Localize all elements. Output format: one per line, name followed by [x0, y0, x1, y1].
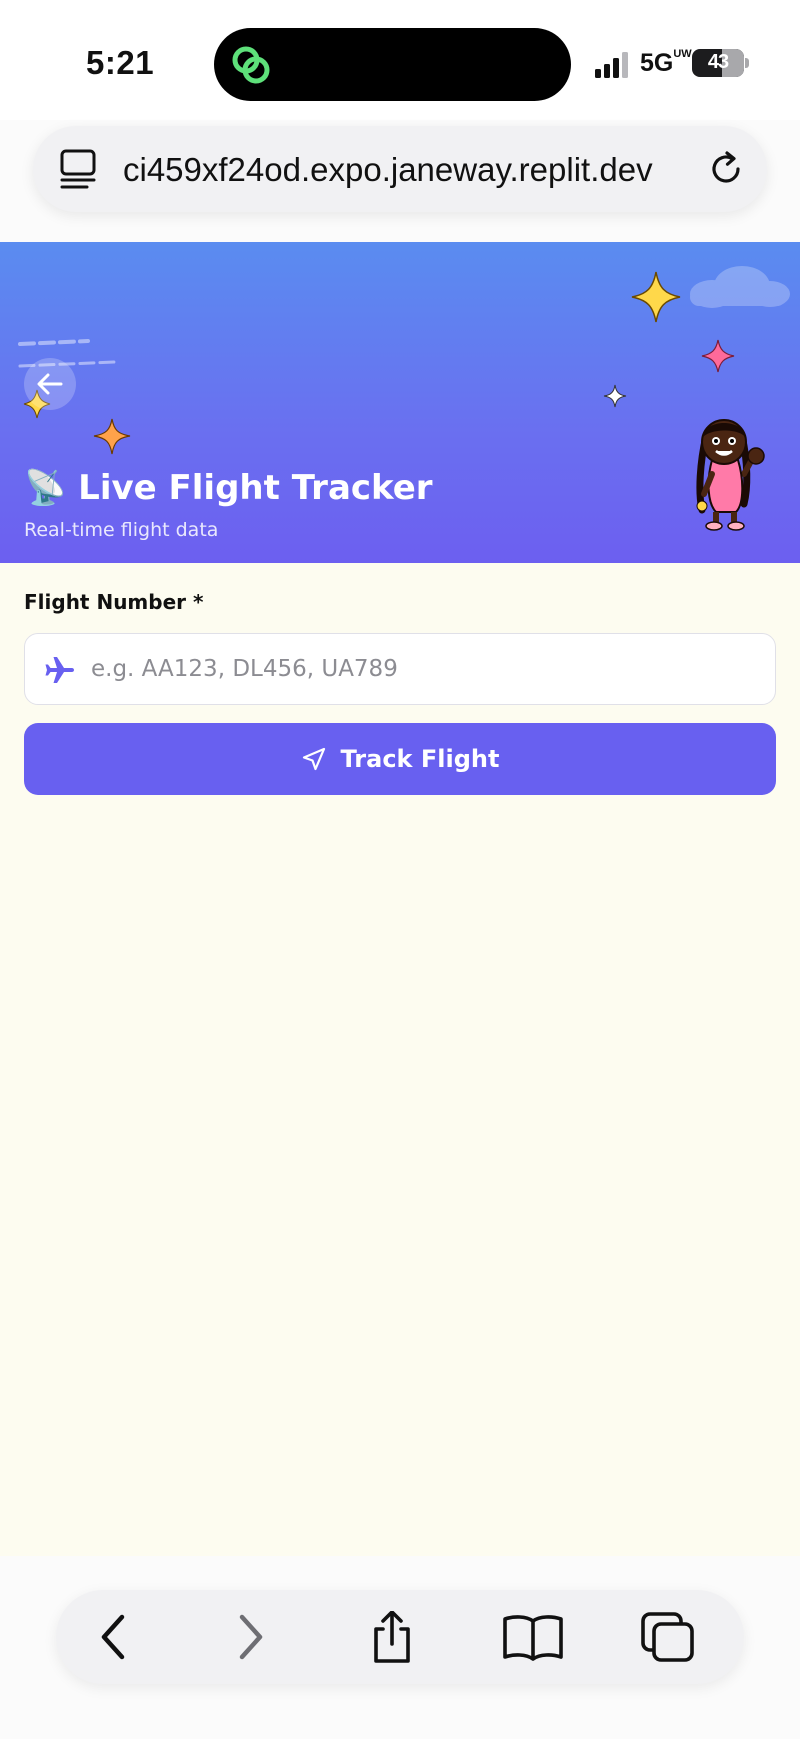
reload-icon[interactable]	[705, 148, 747, 190]
track-flight-label: Track Flight	[340, 745, 500, 773]
hero-header: 📡 Live Flight Tracker Real-time flight d…	[0, 242, 800, 563]
arrow-left-icon	[37, 373, 63, 395]
main-content: Flight Number * Track Flight	[0, 563, 800, 1556]
url-text[interactable]: ci459xf24od.expo.janeway.replit.dev	[123, 148, 723, 192]
linked-rings-icon	[232, 46, 270, 84]
status-bar: 5:21 5GUW 43	[0, 0, 800, 120]
flight-number-input[interactable]	[91, 634, 761, 704]
navigation-arrow-icon	[302, 747, 325, 771]
page-menu-icon[interactable]	[57, 148, 99, 190]
status-time: 5:21	[86, 44, 155, 81]
sparkle-icon	[701, 339, 735, 373]
sparkle-icon	[603, 384, 627, 408]
dynamic-island	[214, 28, 571, 101]
chevron-right-icon[interactable]	[222, 1611, 274, 1663]
page-subtitle: Real-time flight data	[24, 519, 219, 541]
cloud-icon	[690, 266, 790, 308]
airplane-icon	[45, 657, 74, 683]
flight-number-field[interactable]	[24, 633, 776, 705]
address-bar[interactable]: ci459xf24od.expo.janeway.replit.dev	[33, 126, 767, 212]
header-decoration	[18, 266, 790, 531]
browser-address-area: ci459xf24od.expo.janeway.replit.dev	[0, 120, 800, 242]
sparkle-icon	[631, 271, 681, 323]
network-type: 5GUW	[640, 48, 692, 78]
browser-toolbar-area	[0, 1556, 800, 1739]
tabs-icon[interactable]	[640, 1611, 696, 1663]
back-button[interactable]	[24, 358, 76, 410]
battery-level: 43	[707, 51, 729, 73]
track-flight-button[interactable]: Track Flight	[24, 723, 776, 795]
share-icon[interactable]	[366, 1611, 418, 1663]
battery-indicator: 43	[692, 49, 744, 77]
bookmarks-icon[interactable]	[502, 1611, 564, 1663]
browser-toolbar	[56, 1590, 744, 1684]
cartoon-character-illustration	[696, 419, 765, 531]
sparkle-icon	[93, 418, 131, 455]
cellular-signal-icon	[595, 52, 628, 78]
chevron-left-icon[interactable]	[90, 1611, 142, 1663]
flight-number-label: Flight Number *	[24, 590, 204, 614]
page-title: 📡 Live Flight Tracker	[24, 468, 433, 508]
